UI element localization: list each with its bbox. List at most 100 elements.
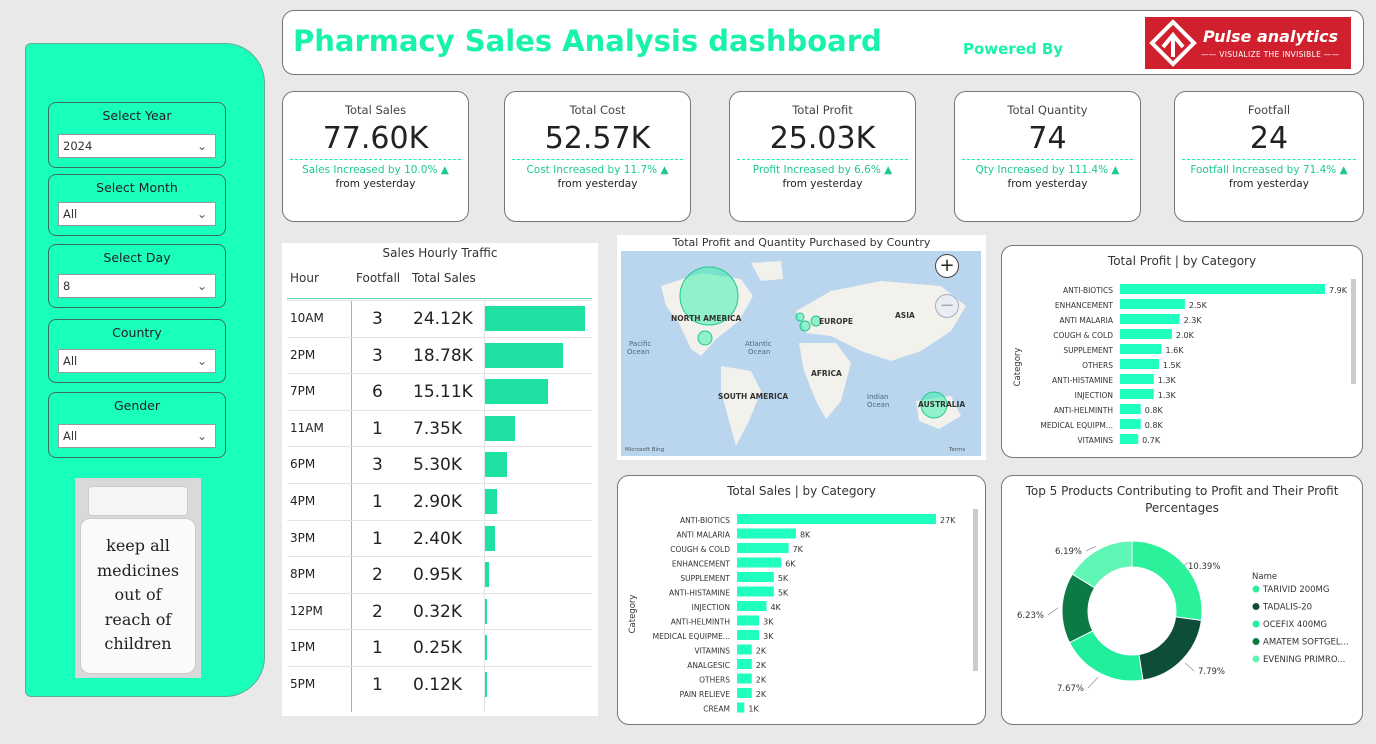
kpi-value: 24: [1249, 121, 1289, 156]
sales-data-bar: [485, 489, 498, 514]
category-bar: [737, 514, 936, 524]
data-label: 1.6K: [1166, 346, 1185, 355]
category-label: ANTI-HELMINTH: [1054, 406, 1113, 415]
data-label: 2.0K: [1176, 331, 1195, 340]
label-pacific: Pacific: [629, 340, 651, 348]
sales-data-bar: [485, 635, 487, 661]
slicer-month-label: Select Month: [96, 180, 178, 195]
category-bar: [1120, 344, 1162, 354]
cell-total-sales: 0.95K: [413, 565, 462, 586]
cell-footfall: 3: [372, 309, 383, 329]
data-label: 3K: [763, 618, 774, 627]
kpi-title: Total Profit: [792, 103, 853, 117]
world-map[interactable]: NORTH AMERICA EUROPE ASIA AFRICA SOUTH A…: [621, 251, 981, 456]
cell-footfall: 6: [372, 382, 383, 403]
data-label: 0.8K: [1145, 406, 1164, 415]
kpi-total-cost: Total Cost 52.57K Cost Increased by 11.7…: [504, 91, 691, 222]
powered-by-label: Powered By: [963, 40, 1064, 58]
zoom-in-button[interactable]: +: [935, 254, 959, 278]
category-label: INJECTION: [1075, 391, 1113, 400]
category-label: ANTI MALARIA: [1059, 316, 1113, 325]
cell-footfall: 1: [372, 418, 383, 439]
cell-total-sales: 5.30K: [413, 455, 462, 476]
cell-hour: 4PM: [290, 494, 316, 508]
world-map-svg: NORTH AMERICA EUROPE ASIA AFRICA SOUTH A…: [625, 261, 966, 453]
category-bar: [737, 586, 774, 597]
category-bar: [1120, 389, 1154, 399]
slicer-gender-label: Gender: [113, 398, 161, 413]
cell-hour: 6PM: [290, 457, 316, 472]
table-row[interactable]: 1PM 1 0.25K: [287, 629, 592, 665]
sales-data-bar: [485, 525, 495, 551]
legend-swatch: [1252, 638, 1260, 645]
day-dropdown[interactable]: 8 ⌄: [58, 274, 216, 298]
data-label: 7.9K: [1329, 286, 1348, 295]
kpi-value: 25.03K: [769, 121, 876, 156]
category-label: CREAM: [703, 705, 730, 714]
slice-leader-line: [1184, 662, 1195, 672]
cell-hour: 2PM: [290, 347, 316, 362]
sales-data-bar: [485, 379, 548, 405]
category-label: VITAMINS: [1077, 436, 1113, 445]
sales-by-category-chart: Total Sales | by Category ANTI-BIOTICS 27…: [617, 475, 986, 725]
category-label: MEDICAL EQUIPM...: [1040, 421, 1113, 430]
kpi-value: 74: [1028, 121, 1067, 156]
month-dropdown[interactable]: All ⌄: [58, 202, 216, 226]
table-row[interactable]: 2PM 3 18.78K: [287, 336, 592, 373]
bubble-north-america-small[interactable]: [697, 330, 713, 346]
category-label: ANTI-HELMINTH: [671, 618, 730, 627]
data-label: 7K: [793, 545, 804, 554]
table-row[interactable]: 7PM 6 15.11K: [287, 373, 592, 409]
category-bar: [737, 543, 789, 553]
top-products-donut-chart: Top 5 Products Contributing to Profit an…: [1001, 475, 1363, 725]
slice-leader-line: [1087, 676, 1099, 689]
scrollbar[interactable]: [973, 509, 978, 671]
scrollbar[interactable]: [1351, 279, 1356, 384]
table-row[interactable]: 12PM 2 0.32K: [287, 592, 592, 629]
table-row[interactable]: 10AM 3 24.12K: [287, 300, 592, 336]
slicer-country: Country All ⌄: [48, 319, 226, 383]
col-header-hour: Hour: [290, 271, 319, 285]
profit-quantity-map: Total Profit and Quantity Purchased by C…: [617, 235, 986, 460]
category-bar: [737, 688, 752, 698]
slicer-year: Select Year 2024 ⌄: [48, 102, 226, 168]
slice-label: 10.39%: [1188, 562, 1220, 572]
cell-total-sales: 2.40K: [413, 528, 462, 549]
y-axis-label: Category: [1013, 348, 1023, 387]
bubble-europe-3[interactable]: [795, 312, 805, 322]
slice-leader-line: [1085, 545, 1097, 552]
table-row[interactable]: 5PM 1 0.12K: [287, 666, 592, 702]
category-bar: [1120, 374, 1154, 384]
year-dropdown[interactable]: 2024 ⌄: [58, 134, 216, 158]
bubble-europe-1[interactable]: [799, 320, 811, 332]
legend-entry: TARIVID 200MG: [1262, 585, 1329, 595]
gender-dropdown[interactable]: All ⌄: [58, 424, 216, 448]
sales-data-bar: [485, 562, 489, 588]
cell-total-sales: 0.32K: [413, 601, 462, 622]
category-bar: [1120, 404, 1141, 414]
country-dropdown[interactable]: All ⌄: [58, 349, 216, 373]
table-row[interactable]: 4PM 1 2.90K: [287, 483, 592, 519]
data-label: 27K: [940, 516, 956, 525]
header-divider: [287, 298, 592, 299]
category-label: OTHERS: [1082, 361, 1113, 370]
sales-data-bar: [485, 415, 516, 441]
zoom-out-button[interactable]: −: [935, 294, 959, 318]
category-label: ANTI-HISTAMINE: [1052, 376, 1113, 385]
logo-mark-icon: [1149, 19, 1197, 67]
label-indian: Indian: [867, 393, 889, 401]
table-row[interactable]: 6PM 3 5.30K: [287, 446, 592, 482]
kpi-value: 52.57K: [544, 121, 651, 156]
label-pacific-ocean: Ocean: [627, 348, 649, 356]
category-label: COUGH & COLD: [670, 545, 730, 554]
table-row[interactable]: 11AM 1 7.35K: [287, 409, 592, 446]
sales-data-bar: [485, 306, 585, 331]
logo-text: Pulse analytics: [1203, 27, 1339, 46]
table-row[interactable]: 3PM 1 2.40K: [287, 519, 592, 556]
table-row[interactable]: 8PM 2 0.95K: [287, 556, 592, 592]
category-bar: [1120, 284, 1325, 294]
cell-hour: 12PM: [290, 603, 323, 618]
kpi-change: Sales Increased by 10.0% ▲: [290, 159, 461, 176]
cell-footfall: 3: [372, 345, 383, 366]
data-label: 5K: [778, 589, 789, 598]
